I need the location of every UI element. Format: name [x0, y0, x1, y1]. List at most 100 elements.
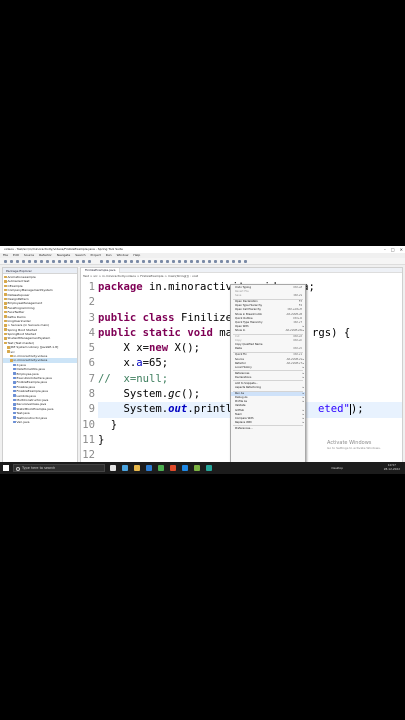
toolbar-button-icon[interactable] [148, 260, 151, 263]
tree-item-label: src [10, 349, 15, 354]
windows-start-icon[interactable] [3, 465, 9, 471]
context-menu-item: Save Ctrl+S [231, 294, 305, 298]
context-menu-item[interactable]: Declarations ▸ [231, 376, 305, 380]
minimize-button[interactable]: – [384, 246, 386, 253]
breadcrumb[interactable]: Test > src > in.minoractivity.videos > F… [83, 274, 198, 279]
toolbar-button-icon[interactable] [106, 260, 109, 263]
toolbar-button-icon[interactable] [10, 260, 13, 263]
toolbar-button-icon[interactable] [172, 260, 175, 263]
context-menu-item[interactable]: Aspects Refactoring ▸ [231, 386, 305, 390]
menu-item-label: Quick Type Hierarchy [235, 320, 263, 324]
toolbar-button-icon[interactable] [28, 260, 31, 263]
search-placeholder: Type here to search [22, 466, 56, 470]
toolbar-button-icon[interactable] [4, 260, 7, 263]
toolbar-button-icon[interactable] [214, 260, 217, 263]
menu-item-label: Show in Breadcrumb [235, 312, 262, 316]
editor-tab[interactable]: FinilizeExample.java [81, 268, 121, 273]
toolbar-button-icon[interactable] [220, 260, 223, 263]
line-number: 11 [82, 433, 95, 446]
toolbar-button-icon[interactable] [40, 260, 43, 263]
toolbar-button-icon[interactable] [154, 260, 157, 263]
toolbar-button-icon[interactable] [64, 260, 67, 263]
toolbar-button-icon[interactable] [112, 260, 115, 263]
taskbar-app-icon[interactable] [122, 465, 128, 471]
toolbar-button-icon[interactable] [76, 260, 79, 263]
menu-item-label: Team [235, 412, 242, 416]
toolbar-button-icon[interactable] [202, 260, 205, 263]
menu-item-label: Copy Qualified Name [235, 343, 263, 347]
desktop-label[interactable]: Desktop [331, 466, 343, 470]
line-number: 6 [88, 357, 95, 370]
toolbar-button-icon[interactable] [118, 260, 121, 263]
tree-item-label: FaceProgramming [7, 305, 35, 310]
taskbar-app-icon[interactable] [134, 465, 140, 471]
menu-item-label: Open Call Hierarchy [235, 308, 261, 312]
toolbar-button-icon[interactable] [190, 260, 193, 263]
taskbar-search-input[interactable]: Type here to search [13, 464, 105, 472]
code-text: Finilize [174, 311, 232, 324]
toolbar-button-icon[interactable] [46, 260, 49, 263]
taskbar-app-icon[interactable] [170, 465, 176, 471]
project-icon [4, 341, 7, 345]
toolbar-button-icon[interactable] [34, 260, 37, 263]
context-menu-item[interactable]: Show In Alt+Shift+W ▸ [231, 329, 305, 333]
line-number: 10 [82, 418, 95, 431]
project-icon [4, 288, 7, 292]
toolbar-button-icon[interactable] [70, 260, 73, 263]
menu-item-label: Source [235, 357, 244, 361]
toolbar-button-icon[interactable] [226, 260, 229, 263]
tree-item-label: CExample [7, 283, 23, 288]
toolbar-button-icon[interactable] [100, 260, 103, 263]
java-file-icon [13, 376, 16, 380]
tree-item-label: MultiConstructor.java [16, 397, 49, 402]
tree-item-label: X.java [16, 362, 26, 367]
project-icon [4, 315, 7, 318]
context-menu-item[interactable]: Paste Ctrl+V [231, 347, 305, 351]
toolbar-button-icon[interactable] [124, 260, 127, 263]
taskbar-app-icon[interactable] [206, 465, 212, 471]
taskbar-app-icon[interactable] [158, 465, 164, 471]
system-clock[interactable]: 10:57 28-12-2022 [384, 463, 400, 471]
toolbar-button-icon[interactable] [136, 260, 139, 263]
toolbar-button-icon[interactable] [142, 260, 145, 263]
toolbar-button-icon[interactable] [238, 260, 241, 263]
context-menu-item[interactable]: Preferences... [231, 427, 305, 431]
taskbar-app-icon[interactable] [110, 465, 116, 471]
close-button[interactable]: ✕ [400, 246, 403, 253]
taskbar-app-icon[interactable] [194, 465, 200, 471]
tree-item-label: Datasetupuser [7, 292, 30, 297]
tree-item-label: in.minoractivity.videos [13, 358, 48, 363]
taskbar-app-icon[interactable] [182, 465, 188, 471]
toolbar-button-icon[interactable] [196, 260, 199, 263]
editor-tab-bar [81, 268, 402, 273]
toolbar-button-icon[interactable] [244, 260, 247, 263]
line-number: 3 [88, 311, 95, 324]
keyword: void [187, 326, 213, 339]
toolbar-button-icon[interactable] [130, 260, 133, 263]
toolbar-button-icon[interactable] [160, 260, 163, 263]
taskbar-app-icon[interactable] [146, 465, 152, 471]
toolbar-button-icon[interactable] [88, 260, 91, 263]
java-file-icon [13, 363, 16, 367]
menu-item-label: Add to Snippets... [235, 381, 259, 385]
toolbar-button-icon[interactable] [82, 260, 85, 263]
maximize-button[interactable]: □ [391, 246, 395, 253]
toolbar-button-icon[interactable] [184, 260, 187, 263]
menu-item-label: Cut [235, 335, 240, 339]
toolbar-button-icon[interactable] [208, 260, 211, 263]
tree-item-label: SpringBoot Started [7, 332, 37, 337]
tree-item-label: CompanyManagementSystem [7, 288, 53, 293]
toolbar-button-icon[interactable] [166, 260, 169, 263]
toolbar-button-icon[interactable] [22, 260, 25, 263]
toolbar-button-icon[interactable] [52, 260, 55, 263]
toolbar-button-icon[interactable] [232, 260, 235, 263]
tree-item[interactable]: Vari.java [3, 420, 77, 424]
toolbar-button-icon[interactable] [178, 260, 181, 263]
tree-item-label: EmployeeManagement [7, 301, 43, 306]
context-menu-item[interactable]: Local History ▸ [231, 366, 305, 370]
toolbar-button-icon[interactable] [58, 260, 61, 263]
context-menu-item[interactable]: Replace With ▸ [231, 421, 305, 425]
menu-item-label: Debug As [235, 396, 248, 400]
toolbar-button-icon[interactable] [16, 260, 19, 263]
line-number: 1 [88, 281, 95, 293]
